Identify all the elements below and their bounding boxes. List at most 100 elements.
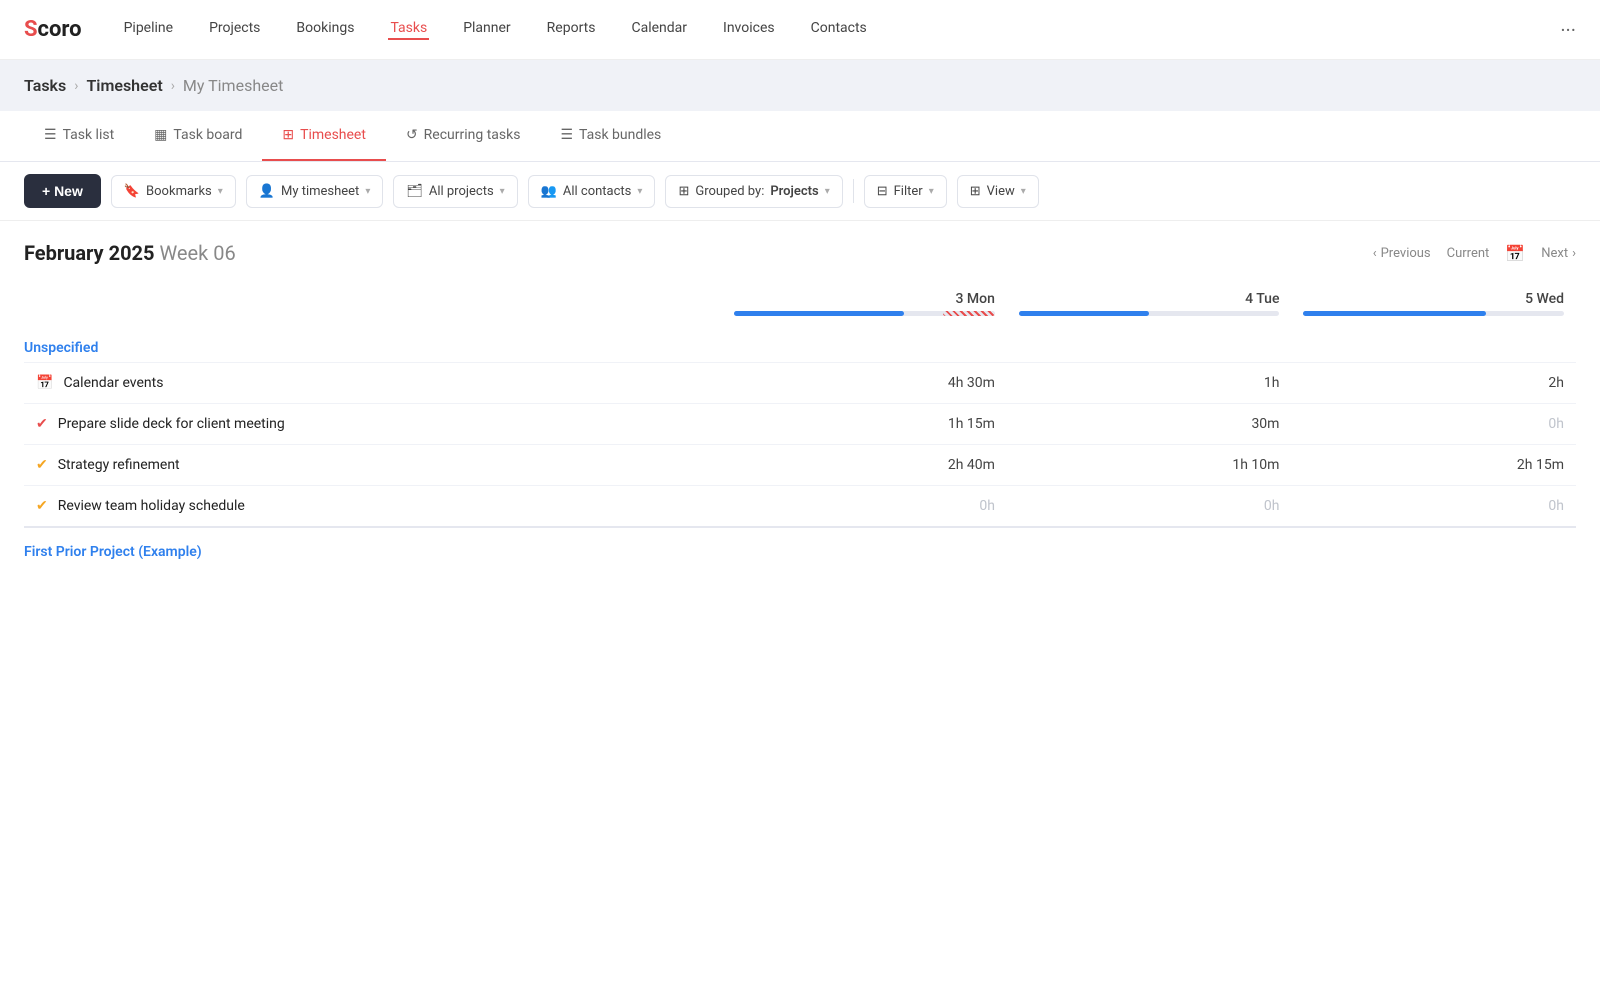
tue-bar-track: [1019, 311, 1280, 316]
current-week-button[interactable]: Current: [1447, 246, 1490, 261]
grouped-by-caret: ▾: [825, 186, 830, 197]
nav-more-button[interactable]: ···: [1560, 18, 1576, 42]
mon-bar-filled: [734, 311, 903, 316]
recurring-icon: ↺: [406, 127, 418, 143]
week-month: February 2025: [24, 241, 155, 265]
filter-label: Filter: [894, 184, 923, 199]
nav-calendar[interactable]: Calendar: [629, 20, 689, 40]
slide-deck-wed[interactable]: 0h: [1291, 404, 1576, 445]
bookmarks-icon: 🔖: [124, 184, 140, 199]
cal-events-wed[interactable]: 2h: [1291, 363, 1576, 404]
bookmarks-label: Bookmarks: [146, 184, 212, 199]
my-timesheet-dropdown[interactable]: 👤 My timesheet ▾: [246, 175, 384, 208]
slide-deck-tue[interactable]: 30m: [1007, 404, 1292, 445]
tab-recurring-tasks-label: Recurring tasks: [424, 127, 521, 143]
contacts-icon: 👥: [541, 184, 557, 199]
grouped-by-label: Grouped by:: [695, 184, 764, 199]
task-bundles-icon: ☰: [560, 127, 573, 143]
tab-task-list[interactable]: ☰ Task list: [24, 111, 134, 161]
cal-events-mon[interactable]: 4h 30m: [722, 363, 1007, 404]
filter-dropdown[interactable]: ⊟ Filter ▾: [864, 175, 947, 208]
projects-icon: 🗂: [406, 184, 423, 199]
cal-events-tue[interactable]: 1h: [1007, 363, 1292, 404]
nav-invoices[interactable]: Invoices: [721, 20, 777, 40]
breadcrumb-timesheet[interactable]: Timesheet: [86, 76, 162, 95]
task-strategy-cell: ✔ Strategy refinement: [24, 445, 722, 486]
nav-planner[interactable]: Planner: [461, 20, 512, 40]
toolbar-sep-1: [853, 179, 854, 203]
all-contacts-dropdown[interactable]: 👥 All contacts ▾: [528, 175, 656, 208]
task-name-wrapper: ✔ Prepare slide deck for client meeting: [36, 416, 710, 432]
nav-pipeline[interactable]: Pipeline: [122, 20, 176, 40]
all-projects-dropdown[interactable]: 🗂 All projects ▾: [393, 175, 517, 208]
holiday-tue[interactable]: 0h: [1007, 486, 1292, 528]
grouped-by-value: Projects: [770, 184, 818, 199]
breadcrumb-tasks[interactable]: Tasks: [24, 76, 66, 95]
task-name-wrapper: ✔ Review team holiday schedule: [36, 498, 710, 514]
task-slide-deck-name[interactable]: Prepare slide deck for client meeting: [58, 416, 285, 432]
section-unspecified: Unspecified: [24, 326, 1576, 363]
breadcrumb: Tasks › Timesheet › My Timesheet: [0, 60, 1600, 111]
tab-task-bundles-label: Task bundles: [579, 127, 661, 143]
breadcrumb-my-timesheet: My Timesheet: [183, 76, 283, 95]
timesheet-table: 3 Mon 4 Tue 5 Wed: [24, 285, 1576, 566]
task-slide-deck-cell: ✔ Prepare slide deck for client meeting: [24, 404, 722, 445]
strategy-wed[interactable]: 2h 15m: [1291, 445, 1576, 486]
tab-task-board[interactable]: ▦ Task board: [134, 111, 262, 161]
filter-icon: ⊟: [877, 184, 888, 199]
week-nav: ‹ Previous Current 📅 Next ›: [1373, 244, 1576, 263]
next-week-button[interactable]: Next ›: [1541, 246, 1576, 261]
project-section-label[interactable]: First Prior Project (Example): [24, 527, 1576, 566]
nav-tasks[interactable]: Tasks: [388, 20, 429, 40]
mon-bar-overflow: [943, 311, 995, 316]
task-calendar-events-name[interactable]: Calendar events: [63, 375, 163, 391]
task-board-icon: ▦: [154, 127, 167, 143]
tue-label: 4 Tue: [1019, 291, 1280, 307]
nav-bookings[interactable]: Bookings: [294, 20, 356, 40]
tab-timesheet-label: Timesheet: [300, 127, 366, 143]
task-strategy-name[interactable]: Strategy refinement: [58, 457, 180, 473]
col-header-mon: 3 Mon: [722, 285, 1007, 326]
bookmarks-dropdown[interactable]: 🔖 Bookmarks ▾: [111, 175, 236, 208]
week-title: February 2025 Week 06: [24, 241, 236, 265]
mon-label: 3 Mon: [734, 291, 995, 307]
col-header-wed: 5 Wed: [1291, 285, 1576, 326]
all-projects-label: All projects: [429, 184, 494, 199]
all-projects-caret: ▾: [500, 186, 505, 197]
col-header-task: [24, 285, 722, 326]
nav-projects[interactable]: Projects: [207, 20, 262, 40]
content-area: February 2025 Week 06 ‹ Previous Current…: [0, 221, 1600, 586]
logo-s: S: [24, 17, 38, 42]
group-icon: ⊞: [678, 184, 689, 199]
nav-contacts[interactable]: Contacts: [809, 20, 869, 40]
my-timesheet-label: My timesheet: [281, 184, 359, 199]
bookmarks-caret: ▾: [218, 186, 223, 197]
tab-task-bundles[interactable]: ☰ Task bundles: [540, 111, 681, 161]
user-icon: 👤: [259, 184, 275, 199]
view-dropdown[interactable]: ⊞ View ▾: [957, 175, 1039, 208]
strategy-tue[interactable]: 1h 10m: [1007, 445, 1292, 486]
week-header: February 2025 Week 06 ‹ Previous Current…: [24, 241, 1576, 265]
wed-label: 5 Wed: [1303, 291, 1564, 307]
holiday-wed[interactable]: 0h: [1291, 486, 1576, 528]
tab-recurring-tasks[interactable]: ↺ Recurring tasks: [386, 111, 541, 161]
calendar-picker-icon[interactable]: 📅: [1505, 244, 1525, 263]
slide-deck-mon[interactable]: 1h 15m: [722, 404, 1007, 445]
view-icon: ⊞: [970, 184, 981, 199]
task-holiday-cell: ✔ Review team holiday schedule: [24, 486, 722, 528]
strategy-mon[interactable]: 2h 40m: [722, 445, 1007, 486]
timesheet-icon: ⊞: [282, 127, 294, 143]
grouped-by-dropdown[interactable]: ⊞ Grouped by: Projects ▾: [665, 175, 842, 208]
col-header-tue: 4 Tue: [1007, 285, 1292, 326]
new-button[interactable]: + New: [24, 174, 101, 208]
next-chevron-icon: ›: [1572, 246, 1576, 261]
table-row: 📅 Calendar events 4h 30m 1h 2h: [24, 363, 1576, 404]
holiday-mon[interactable]: 0h: [722, 486, 1007, 528]
nav-reports[interactable]: Reports: [545, 20, 598, 40]
tab-timesheet[interactable]: ⊞ Timesheet: [262, 111, 386, 161]
task-holiday-name[interactable]: Review team holiday schedule: [58, 498, 245, 514]
all-contacts-caret: ▾: [637, 186, 642, 197]
nav-items: Pipeline Projects Bookings Tasks Planner…: [122, 20, 1561, 40]
section-unspecified-label[interactable]: Unspecified: [24, 326, 1576, 363]
prev-week-button[interactable]: ‹ Previous: [1373, 246, 1431, 261]
